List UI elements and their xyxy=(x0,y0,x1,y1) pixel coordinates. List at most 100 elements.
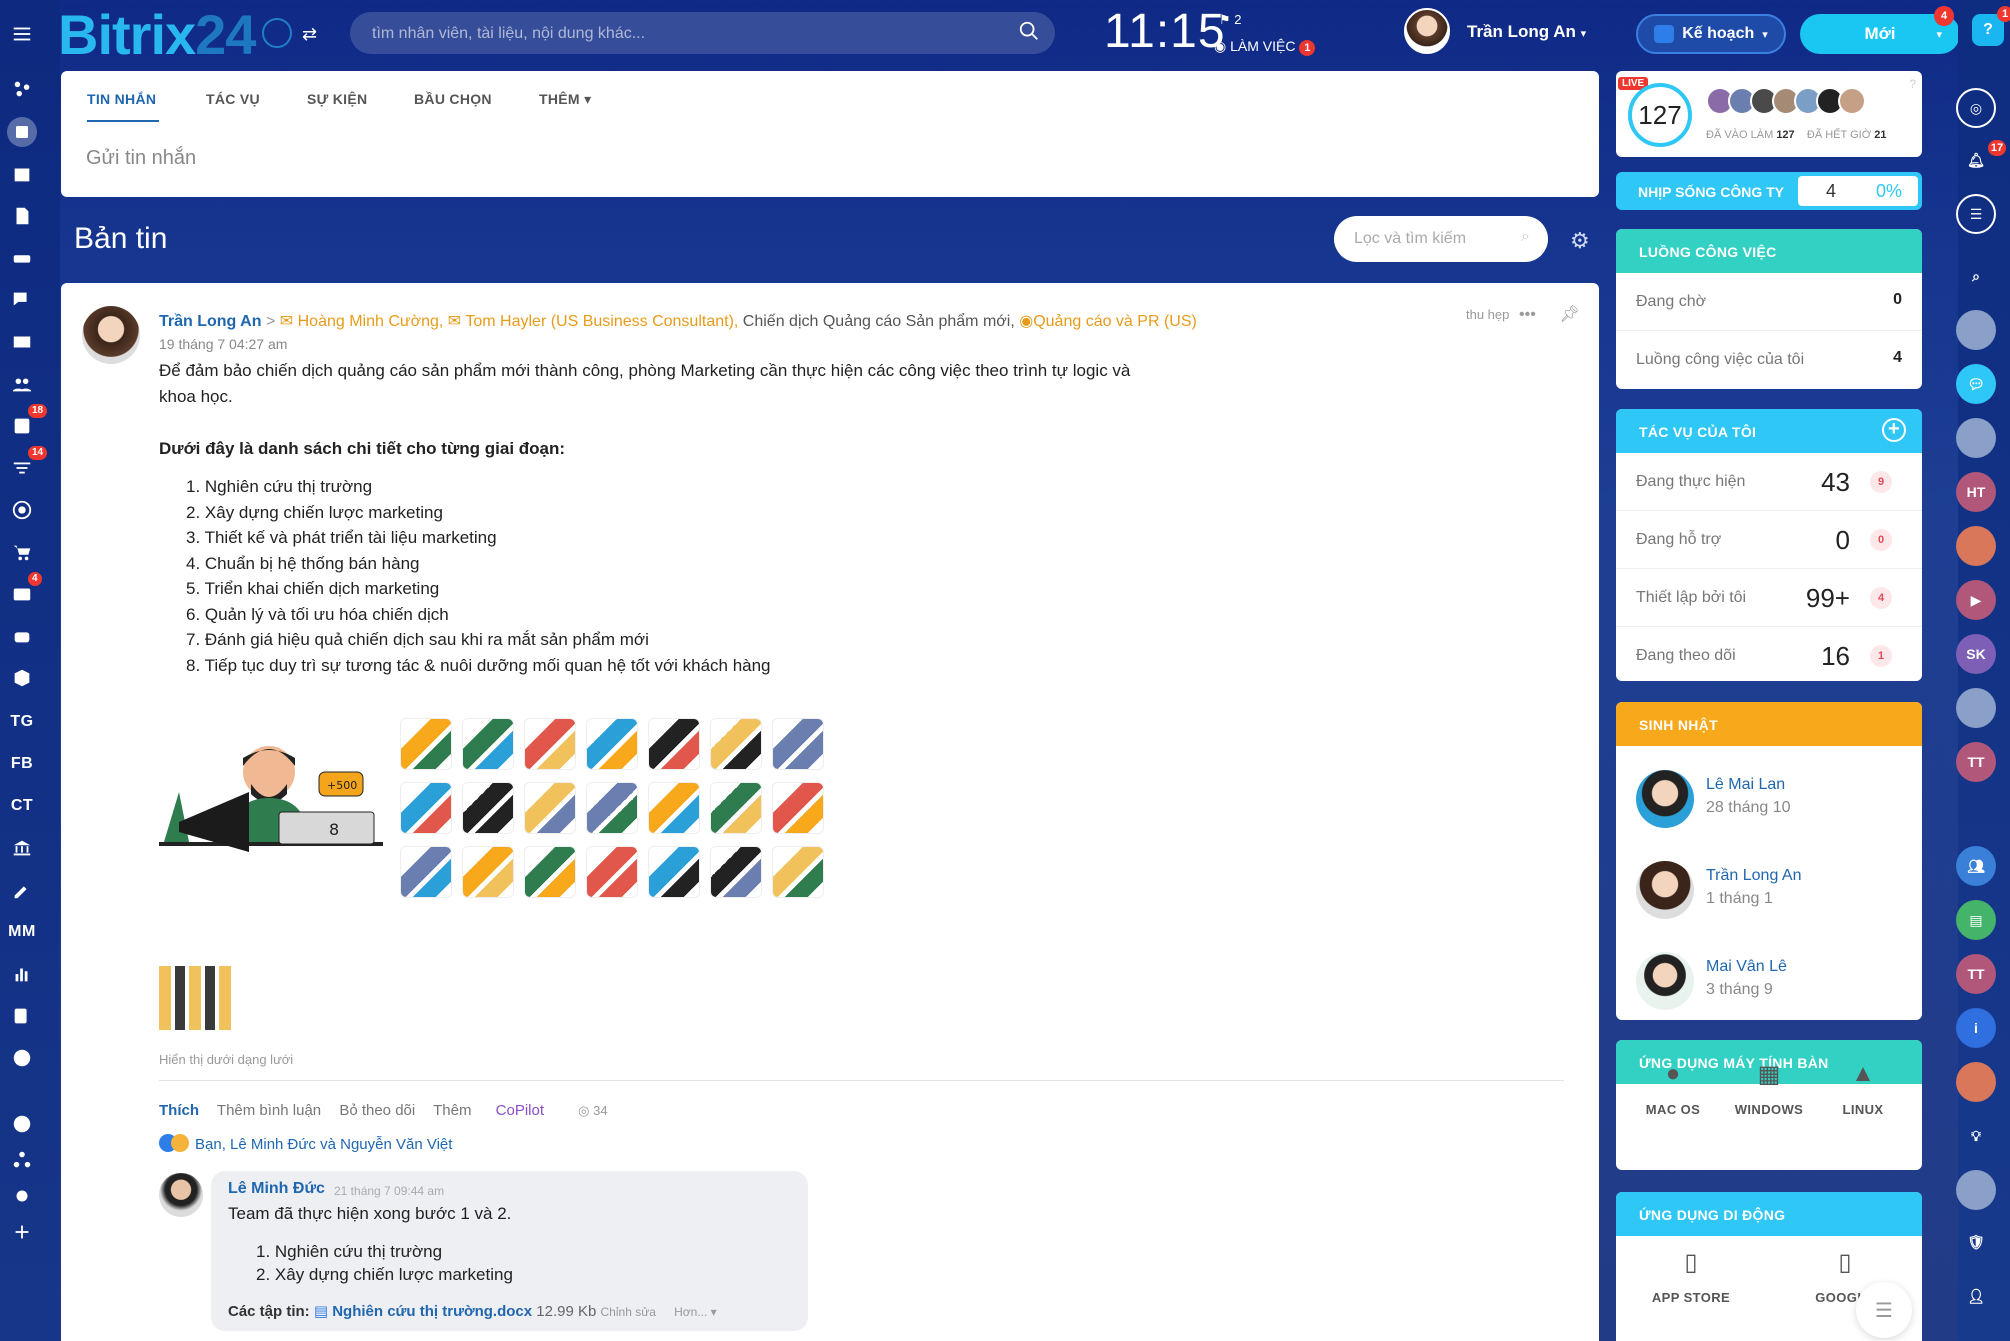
sticker-image[interactable] xyxy=(524,782,576,834)
recipient[interactable]: ◉Quảng cáo và PR (US) xyxy=(1019,313,1197,330)
edit-list-icon[interactable] xyxy=(0,1000,44,1032)
comment-date[interactable]: 21 tháng 7 09:44 am xyxy=(334,1184,444,1198)
commenter-avatar[interactable] xyxy=(159,1173,203,1217)
tab-task[interactable]: TÁC VỤ xyxy=(206,91,260,107)
structure-icon[interactable] xyxy=(0,1144,44,1176)
sticker-image[interactable] xyxy=(710,846,762,898)
sticker-image[interactable] xyxy=(648,718,700,770)
contact-initials[interactable]: TT xyxy=(1956,954,1996,994)
task-row[interactable]: Đang thực hiện 43 9 xyxy=(1616,453,1922,511)
macos-link[interactable]: MAC OS xyxy=(1628,1102,1718,1117)
marketing-illustration[interactable]: 8 +500 xyxy=(159,732,383,892)
tasks-icon[interactable]: 18 xyxy=(0,404,48,442)
new-button[interactable]: Mới ▾ 4 xyxy=(1800,6,1960,54)
add-user-icon[interactable]: 👤︎ xyxy=(1956,1276,1996,1316)
shield-icon[interactable]: 🛡︎ xyxy=(1956,1222,1996,1262)
file-link[interactable]: Nghiên cứu thị trường.docx xyxy=(332,1303,532,1320)
help-icon[interactable]: ? xyxy=(1909,77,1916,91)
filter-icon[interactable]: 14 xyxy=(0,446,48,484)
crm-icon[interactable]: 4 xyxy=(0,572,44,610)
sticker-image[interactable] xyxy=(524,846,576,898)
tab-event[interactable]: SỰ KIỆN xyxy=(307,91,367,107)
birthday-item[interactable]: Trần Long An 1 tháng 1 xyxy=(1616,845,1922,935)
task-row[interactable]: Đang hỗ trợ 0 0 xyxy=(1616,511,1922,569)
mail-icon[interactable] xyxy=(0,326,44,358)
search-input[interactable]: tìm nhân viên, tài liệu, nội dung khác..… xyxy=(350,12,1055,54)
contact-initials[interactable]: TT xyxy=(1956,742,1996,782)
copilot-button[interactable]: CoPilot xyxy=(496,1102,544,1119)
birthday-item[interactable]: Lê Mai Lan 28 tháng 10 xyxy=(1616,754,1922,844)
plan-button[interactable]: Kế hoạch ▾ xyxy=(1636,14,1786,54)
contact-avatar[interactable] xyxy=(1956,310,1996,350)
feed-icon[interactable] xyxy=(0,116,44,148)
contact-avatar[interactable] xyxy=(1956,418,1996,458)
likers-list[interactable]: Bạn, Lê Minh Đức và Nguyễn Văn Việt xyxy=(159,1134,452,1153)
document-icon[interactable] xyxy=(0,200,44,232)
settings-icon[interactable] xyxy=(0,1180,44,1212)
team-icon[interactable] xyxy=(0,368,44,400)
unfollow-button[interactable]: Bỏ theo dõi xyxy=(339,1102,415,1119)
sticker-image[interactable] xyxy=(710,782,762,834)
sticker-image[interactable] xyxy=(586,846,638,898)
calendar-icon[interactable] xyxy=(0,158,44,190)
target-icon[interactable] xyxy=(0,494,44,526)
post-author[interactable]: Trần Long An xyxy=(159,313,262,330)
copilot-icon[interactable]: ◎ xyxy=(1956,88,1996,128)
user-menu[interactable]: Trần Long An ▾ xyxy=(1467,22,1586,42)
activity-icon[interactable] xyxy=(0,73,44,105)
sign-icon[interactable] xyxy=(0,874,44,906)
workflow-row[interactable]: Đang chờ 0 xyxy=(1616,273,1922,331)
box-icon[interactable] xyxy=(0,662,44,694)
info-icon[interactable]: i xyxy=(1956,1008,1996,1048)
robot-icon[interactable] xyxy=(0,620,44,652)
windows-link[interactable]: WINDOWS xyxy=(1724,1102,1814,1117)
search-icon[interactable] xyxy=(1018,20,1040,42)
feed-filter-input[interactable]: Lọc và tìm kiếm ⌕ xyxy=(1334,216,1548,262)
sticker-image[interactable] xyxy=(586,782,638,834)
tab-more[interactable]: THÊM ▾ xyxy=(539,91,591,108)
add-comment-button[interactable]: Thêm bình luận xyxy=(217,1102,321,1119)
contact-avatar[interactable] xyxy=(1956,688,1996,728)
messages-icon[interactable]: ☰ xyxy=(1956,194,1996,234)
chat-icon[interactable] xyxy=(0,284,44,316)
more-down-icon[interactable] xyxy=(0,1042,44,1074)
more-button[interactable]: Thêm xyxy=(433,1102,471,1119)
linux-link[interactable]: LINUX xyxy=(1818,1102,1908,1117)
collapse-link[interactable]: thu hẹp ••• 📌︎ xyxy=(1466,304,1580,324)
gear-icon[interactable]: ⚙ xyxy=(1570,228,1590,254)
chat-bubble-icon[interactable]: 💬︎ xyxy=(1956,364,1996,404)
pin-icon[interactable]: 📌︎ xyxy=(1559,306,1579,323)
group-icon[interactable]: 👥︎ xyxy=(1956,846,1996,886)
sticker-image[interactable] xyxy=(586,718,638,770)
sticker-image[interactable] xyxy=(462,846,514,898)
user-avatar[interactable] xyxy=(1404,8,1450,54)
sticker-image[interactable] xyxy=(400,782,452,834)
rail-search-icon[interactable]: ⌕ xyxy=(1956,256,1996,296)
bitrix24-logo[interactable]: Bitrix24 xyxy=(58,2,256,67)
birthday-item[interactable]: Mai Vân Lê 3 tháng 9 xyxy=(1616,936,1922,1020)
promo-icon[interactable] xyxy=(1956,1062,1996,1102)
flag-count[interactable]: ⚑ 2 xyxy=(1219,12,1242,28)
author-avatar[interactable] xyxy=(82,306,140,364)
group-avatar[interactable] xyxy=(1956,526,1996,566)
notes-icon[interactable]: ▤ xyxy=(1956,900,1996,940)
swap-icon[interactable]: ⇄ xyxy=(302,24,317,45)
contact-avatar[interactable] xyxy=(1956,1170,1996,1210)
sticker-image[interactable] xyxy=(462,782,514,834)
comment-author[interactable]: Lê Minh Đức xyxy=(228,1180,325,1198)
sticker-image[interactable] xyxy=(648,782,700,834)
tab-poll[interactable]: BẦU CHỌN xyxy=(414,91,492,107)
add-task-icon[interactable]: + xyxy=(1882,418,1906,442)
more-file-link[interactable]: Hơn... ▾ xyxy=(674,1305,717,1319)
sticker-image[interactable] xyxy=(772,846,824,898)
like-button[interactable]: Thích xyxy=(159,1102,199,1119)
task-row[interactable]: Thiết lập bởi tôi 99+ 4 xyxy=(1616,569,1922,627)
bank-icon[interactable] xyxy=(0,832,44,864)
edit-file-link[interactable]: Chỉnh sửa xyxy=(601,1305,656,1319)
sticker-image[interactable] xyxy=(524,718,576,770)
nav-fb[interactable]: FB xyxy=(0,748,44,780)
sticker-image[interactable] xyxy=(710,718,762,770)
nav-tg[interactable]: TG xyxy=(0,706,44,738)
sticker-image[interactable] xyxy=(400,718,452,770)
work-status[interactable]: ◉ LÀM VIỆC 1 xyxy=(1214,38,1316,56)
